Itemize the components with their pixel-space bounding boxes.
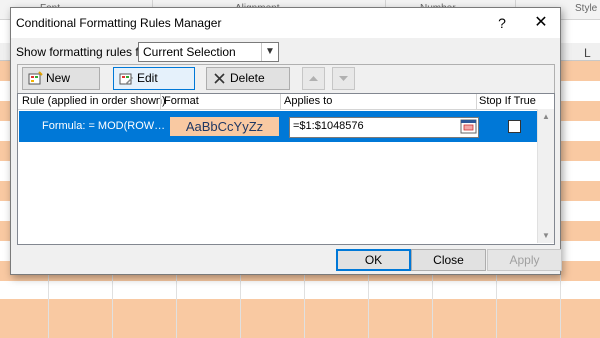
column-separator[interactable] [160,94,161,109]
conditional-formatting-dialog: Conditional Formatting Rules Manager ? ✕… [10,7,562,275]
rules-toolbar: New Rule... Edit Rule... Delete Rule [17,64,555,106]
scroll-down-icon[interactable]: ▼ [542,231,550,240]
column-header-applies-to[interactable]: Applies to [284,95,332,107]
rule-description: Formula: = MOD(ROW… [42,120,166,132]
range-selector-icon[interactable] [460,119,477,134]
rules-table: Rule (applied in order shown) Format App… [17,93,555,245]
rule-row-selected[interactable]: Formula: = MOD(ROW… AaBbCcYyZz =$1:$1048… [19,111,537,142]
scroll-up-icon[interactable]: ▲ [542,112,550,121]
format-preview-text: AaBbCcYyZz [185,119,264,134]
chevron-down-icon[interactable]: ▼ [261,43,278,61]
format-preview: AaBbCcYyZz [170,117,279,136]
stop-if-true-checkbox[interactable] [508,120,521,133]
close-icon[interactable]: ✕ [530,13,552,33]
shaded-row [0,299,600,319]
help-button[interactable]: ? [492,13,512,33]
edit-rule-button[interactable]: Edit Rule... [113,67,195,106]
applies-to-value: =$1:$1048576 [293,120,364,132]
ok-button[interactable]: OK [336,249,411,271]
new-rule-icon [28,71,43,85]
show-rules-select[interactable]: Current Selection ▼ [138,42,279,62]
ribbon-group-style: Style [575,3,598,14]
apply-button[interactable]: Apply [487,249,562,271]
arrow-up-icon [309,76,318,81]
rules-table-header: Rule (applied in order shown) Format App… [18,94,554,110]
move-up-button[interactable] [302,67,325,90]
edit-rule-icon [119,73,133,85]
applies-to-field[interactable]: =$1:$1048576 [289,117,479,138]
move-down-button[interactable] [332,67,355,90]
delete-rule-button[interactable]: Delete Rule [206,67,290,106]
delete-icon [214,73,225,84]
dialog-titlebar[interactable]: Conditional Formatting Rules Manager ? ✕ [11,8,560,38]
column-letter: L [584,46,591,60]
show-rules-value: Current Selection [143,45,236,59]
close-button[interactable]: Close [411,249,486,271]
column-separator[interactable] [280,94,281,109]
vertical-scrollbar[interactable]: ▲ ▼ [537,109,554,243]
dialog-title: Conditional Formatting Rules Manager [16,16,222,30]
show-rules-label: Show formatting rules for: [16,45,153,59]
new-rule-button[interactable]: New Rule... [22,67,100,106]
column-separator[interactable] [476,94,477,109]
shaded-row [0,319,600,338]
arrow-down-icon [339,76,348,81]
column-header-format[interactable]: Format [164,95,199,107]
column-header-rule[interactable]: Rule (applied in order shown) [22,95,166,107]
column-header-stop-if-true[interactable]: Stop If True [479,95,536,107]
